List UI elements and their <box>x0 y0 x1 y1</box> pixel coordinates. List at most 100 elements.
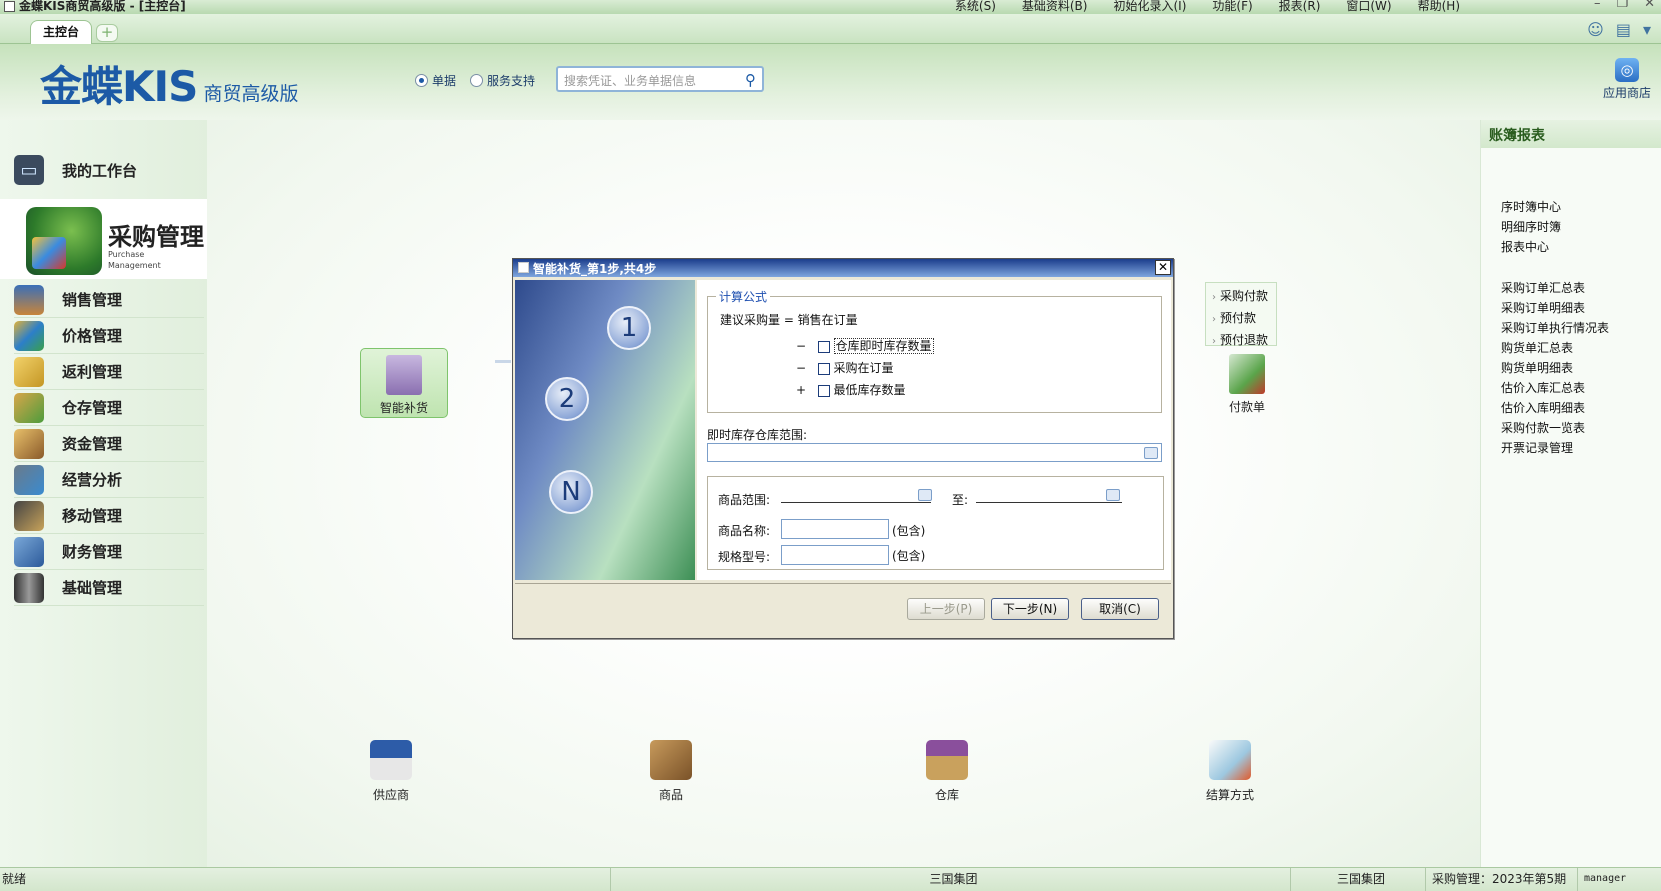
tools-icon <box>14 572 44 603</box>
radio-docs-label: 单据 <box>432 74 457 88</box>
report-link-est-detail[interactable]: 估价入库明细表 <box>1501 399 1585 416</box>
add-tab-button[interactable]: + <box>96 24 118 42</box>
term-label-2: 采购在订量 <box>833 361 894 375</box>
search-input[interactable]: 搜索凭证、业务单据信息 ⚲ <box>556 66 764 92</box>
report-link-payment-list[interactable]: 采购付款一览表 <box>1501 419 1585 436</box>
report-link-detail-journal[interactable]: 明细序时簿 <box>1501 218 1561 235</box>
list-picker-icon[interactable] <box>1144 447 1158 459</box>
dialog-title: 智能补货_第1步,共4步 <box>533 262 657 276</box>
term-row-2[interactable]: − 采购在订量 <box>796 359 894 376</box>
nav-price[interactable]: 价格管理 <box>14 318 204 354</box>
report-panel: 账簿报表 序时簿中心 明细序时簿 报表中心 采购订单汇总表 采购订单明细表 采购… <box>1480 120 1661 867</box>
chevron-down-icon[interactable]: ▾ <box>1643 20 1651 39</box>
report-link-purchase-detail[interactable]: 购货单明细表 <box>1501 359 1573 376</box>
menu-window[interactable]: 窗口(W) <box>1333 0 1404 14</box>
nav-funds[interactable]: 资金管理 <box>14 426 204 462</box>
radio-docs-dot[interactable] <box>415 74 428 87</box>
nav-price-label: 价格管理 <box>62 327 123 345</box>
term-checkbox-2[interactable] <box>817 362 830 375</box>
radio-service-dot[interactable] <box>470 74 484 87</box>
report-link-invoice-records[interactable]: 开票记录管理 <box>1501 439 1573 456</box>
status-user: manager <box>1577 868 1661 891</box>
dialog-app-icon <box>518 262 529 273</box>
payment-doc-label: 付款单 <box>1228 400 1265 414</box>
report-link-report-center[interactable]: 报表中心 <box>1501 238 1549 255</box>
nav-basic[interactable]: 基础管理 <box>14 570 204 606</box>
cancel-button[interactable]: 取消(C) <box>1081 598 1159 620</box>
search-placeholder: 搜索凭证、业务单据信息 <box>564 74 697 88</box>
term-op-1: − <box>796 339 807 353</box>
smart-replenish-label: 智能补货 <box>379 401 428 415</box>
report-panel-title: 账簿报表 <box>1481 120 1661 148</box>
warehouse-node[interactable]: 仓库 <box>907 740 987 803</box>
radio-docs[interactable]: 单据 <box>415 72 456 89</box>
report-link-po-summary[interactable]: 采购订单汇总表 <box>1501 279 1585 296</box>
logo-main: 金蝶KIS <box>40 62 198 111</box>
dialog-close-button[interactable]: ✕ <box>1155 260 1171 275</box>
term-op-3: + <box>796 383 807 397</box>
minimize-icon[interactable]: – <box>1594 0 1601 11</box>
app-store-button[interactable]: ◎ 应用商店 <box>1603 58 1651 101</box>
smiley-icon[interactable]: ☺ <box>1587 20 1604 39</box>
report-link-est-summary[interactable]: 估价入库汇总表 <box>1501 379 1585 396</box>
nav-active-title: 采购管理 <box>108 223 204 251</box>
report-link-purchase-summary[interactable]: 购货单汇总表 <box>1501 339 1573 356</box>
goods-from-lookup-icon[interactable] <box>918 489 932 501</box>
report-link-po-execution[interactable]: 采购订单执行情况表 <box>1501 319 1609 336</box>
report-link-po-detail[interactable]: 采购订单明细表 <box>1501 299 1585 316</box>
menu-system[interactable]: 系统(S) <box>942 0 1009 14</box>
restore-icon[interactable]: ❐ <box>1616 0 1628 11</box>
goods-node[interactable]: 商品 <box>631 740 711 803</box>
nav-analysis[interactable]: 经营分析 <box>14 462 204 498</box>
mobile-icon <box>14 500 44 531</box>
step-n-bubble: N <box>549 470 593 514</box>
nav-finance[interactable]: 财务管理 <box>14 534 204 570</box>
goods-to-lookup-icon[interactable] <box>1106 489 1120 501</box>
nav-rebate[interactable]: 返利管理 <box>14 354 204 390</box>
nav-warehouse[interactable]: 仓存管理 <box>14 390 204 426</box>
menu-prepayment-refund[interactable]: 预付退款 <box>1212 330 1276 352</box>
title-bar: 金蝶KIS商贸高级版 - [主控台] 系统(S) 基础资料(B) 初始化录入(I… <box>0 0 1661 14</box>
nav-basic-label: 基础管理 <box>62 579 123 597</box>
menu-basic-data[interactable]: 基础资料(B) <box>1009 0 1101 14</box>
nav-purchase-active[interactable]: 采购管理 Purchase Management <box>0 199 207 279</box>
tab-main-console[interactable]: 主控台 <box>30 20 92 44</box>
menu-purchase-payment[interactable]: 采购付款 <box>1212 286 1276 308</box>
close-window-icon[interactable]: ✕ <box>1644 0 1655 11</box>
nav-sales-label: 销售管理 <box>62 291 123 309</box>
prev-step-button[interactable]: 上一步(P) <box>907 598 985 620</box>
payment-doc-node[interactable]: 付款单 <box>1212 354 1282 415</box>
purchase-icon <box>26 207 102 275</box>
warehouse-icon <box>14 392 44 423</box>
supplier-node[interactable]: 供应商 <box>351 740 431 803</box>
search-icon[interactable]: ⚲ <box>745 71 756 89</box>
wh-range-input[interactable] <box>707 443 1162 462</box>
next-step-button[interactable]: 下一步(N) <box>991 598 1069 620</box>
term-row-1[interactable]: − 仓库即时库存数量 <box>796 337 934 354</box>
nav-workbench[interactable]: ▭ 我的工作台 <box>14 152 204 188</box>
goods-name-input[interactable] <box>781 519 889 539</box>
analysis-icon <box>14 464 44 495</box>
menu-init-input[interactable]: 初始化录入(I) <box>1100 0 1199 14</box>
spec-input[interactable] <box>781 545 889 565</box>
smart-replenish-node[interactable]: 智能补货 <box>360 348 448 418</box>
term-row-3[interactable]: + 最低库存数量 <box>796 381 906 398</box>
settlement-node[interactable]: 结算方式 <box>1190 740 1270 803</box>
rebate-icon <box>14 356 44 387</box>
goods-range-from-input[interactable] <box>781 489 931 503</box>
radio-service[interactable]: 服务支持 <box>470 72 535 89</box>
term-checkbox-3[interactable] <box>817 384 830 397</box>
menu-help[interactable]: 帮助(H) <box>1405 0 1473 14</box>
formula-legend: 计算公式 <box>716 288 771 305</box>
menu-prepayment[interactable]: 预付款 <box>1212 308 1276 330</box>
report-link-journal-center[interactable]: 序时簿中心 <box>1501 198 1561 215</box>
nav-sales[interactable]: 销售管理 <box>14 282 204 318</box>
step-2-bubble: 2 <box>545 377 589 421</box>
message-icon[interactable]: ▤ <box>1616 20 1631 39</box>
menu-reports[interactable]: 报表(R) <box>1266 0 1334 14</box>
nav-mobile[interactable]: 移动管理 <box>14 498 204 534</box>
goods-range-to-input[interactable] <box>976 489 1122 503</box>
term-checkbox-1[interactable] <box>817 340 830 353</box>
menu-function[interactable]: 功能(F) <box>1199 0 1265 14</box>
term-label-1: 仓库即时库存数量 <box>833 338 934 354</box>
